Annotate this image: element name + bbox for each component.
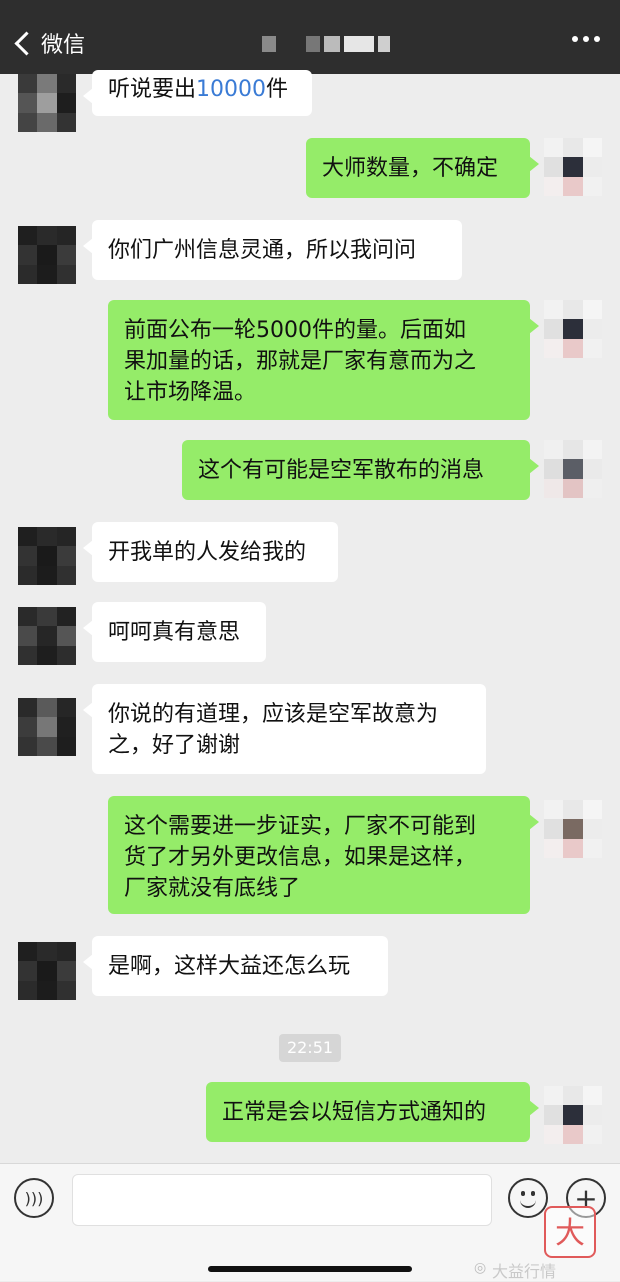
message-bubble[interactable]: 是啊，这样大益还怎么玩 <box>83 936 388 996</box>
back-button[interactable]: 微信 <box>12 26 85 60</box>
back-label: 微信 <box>41 33 86 58</box>
message-text: 大师数量，不确定 <box>322 156 499 181</box>
message-bubble[interactable]: 你们广州信息灵通，所以我问问 <box>83 220 462 280</box>
avatar[interactable] <box>18 942 76 1000</box>
message-bubble[interactable]: 大师数量，不确定 <box>306 138 539 198</box>
wechat-icon: ◎ <box>474 1260 487 1276</box>
watermark-badge: 大 <box>544 1206 596 1258</box>
message-line: 货了才另外更改信息，如果是这样， <box>124 845 477 870</box>
avatar[interactable] <box>544 440 602 498</box>
message-line: 前面公布一轮5000件的量。后面如 <box>124 318 466 343</box>
avatar[interactable] <box>18 607 76 665</box>
avatar[interactable] <box>18 698 76 756</box>
avatar[interactable] <box>18 527 76 585</box>
chevron-left-icon <box>14 30 39 56</box>
message-text: 呵呵真有意思 <box>108 620 241 645</box>
message-bubble[interactable]: 听说要出10000件 <box>83 70 312 116</box>
message-line: 让市场降温。 <box>124 380 257 405</box>
avatar[interactable] <box>544 300 602 358</box>
message-text: 正常是会以短信方式通知的 <box>222 1100 487 1125</box>
message-line: 这个需要进一步证实，厂家不可能到 <box>124 814 477 839</box>
message-text: 件 <box>266 77 289 102</box>
message-bubble[interactable]: 开我单的人发给我的 <box>83 522 338 582</box>
more-icon[interactable] <box>572 36 600 42</box>
message-text: 是啊，这样大益还怎么玩 <box>108 954 351 979</box>
voice-icon[interactable]: ))) <box>14 1178 54 1218</box>
message-line: 果加量的话，那就是厂家有意而为之 <box>124 349 477 374</box>
message-line: 厂家就没有底线了 <box>124 876 301 901</box>
message-line: 你说的有道理，应该是空军故意为 <box>108 702 439 727</box>
top-bar: 微信 <box>0 0 620 74</box>
message-bubble[interactable]: 正常是会以短信方式通知的 <box>206 1082 539 1142</box>
home-indicator[interactable] <box>208 1266 412 1272</box>
watermark: 大 ◎ 大益行情 <box>470 1206 610 1281</box>
avatar[interactable] <box>18 226 76 284</box>
message-bubble[interactable]: 你说的有道理，应该是空军故意为 之，好了谢谢 <box>83 684 486 774</box>
timestamp: 22:51 <box>279 1034 341 1062</box>
message-text: 这个有可能是空军散布的消息 <box>198 458 485 483</box>
message-input[interactable] <box>72 1174 492 1226</box>
message-bubble[interactable]: 前面公布一轮5000件的量。后面如 果加量的话，那就是厂家有意而为之 让市场降温… <box>108 300 539 420</box>
message-bubble[interactable]: 这个有可能是空军散布的消息 <box>182 440 539 500</box>
avatar[interactable] <box>544 138 602 196</box>
watermark-text: 大益行情 <box>492 1262 557 1281</box>
message-bubble[interactable]: 呵呵真有意思 <box>83 602 266 662</box>
avatar[interactable] <box>18 74 76 132</box>
message-line: 之，好了谢谢 <box>108 733 241 758</box>
chat-title-pixelated <box>262 36 390 52</box>
message-text: 你们广州信息灵通，所以我问问 <box>108 238 417 263</box>
message-bubble[interactable]: 这个需要进一步证实，厂家不可能到 货了才另外更改信息，如果是这样， 厂家就没有底… <box>108 796 539 914</box>
avatar[interactable] <box>544 1086 602 1144</box>
message-number: 10000 <box>196 77 267 102</box>
message-text: 听说要出 <box>108 77 197 102</box>
message-text: 开我单的人发给我的 <box>108 540 307 565</box>
avatar[interactable] <box>544 800 602 858</box>
